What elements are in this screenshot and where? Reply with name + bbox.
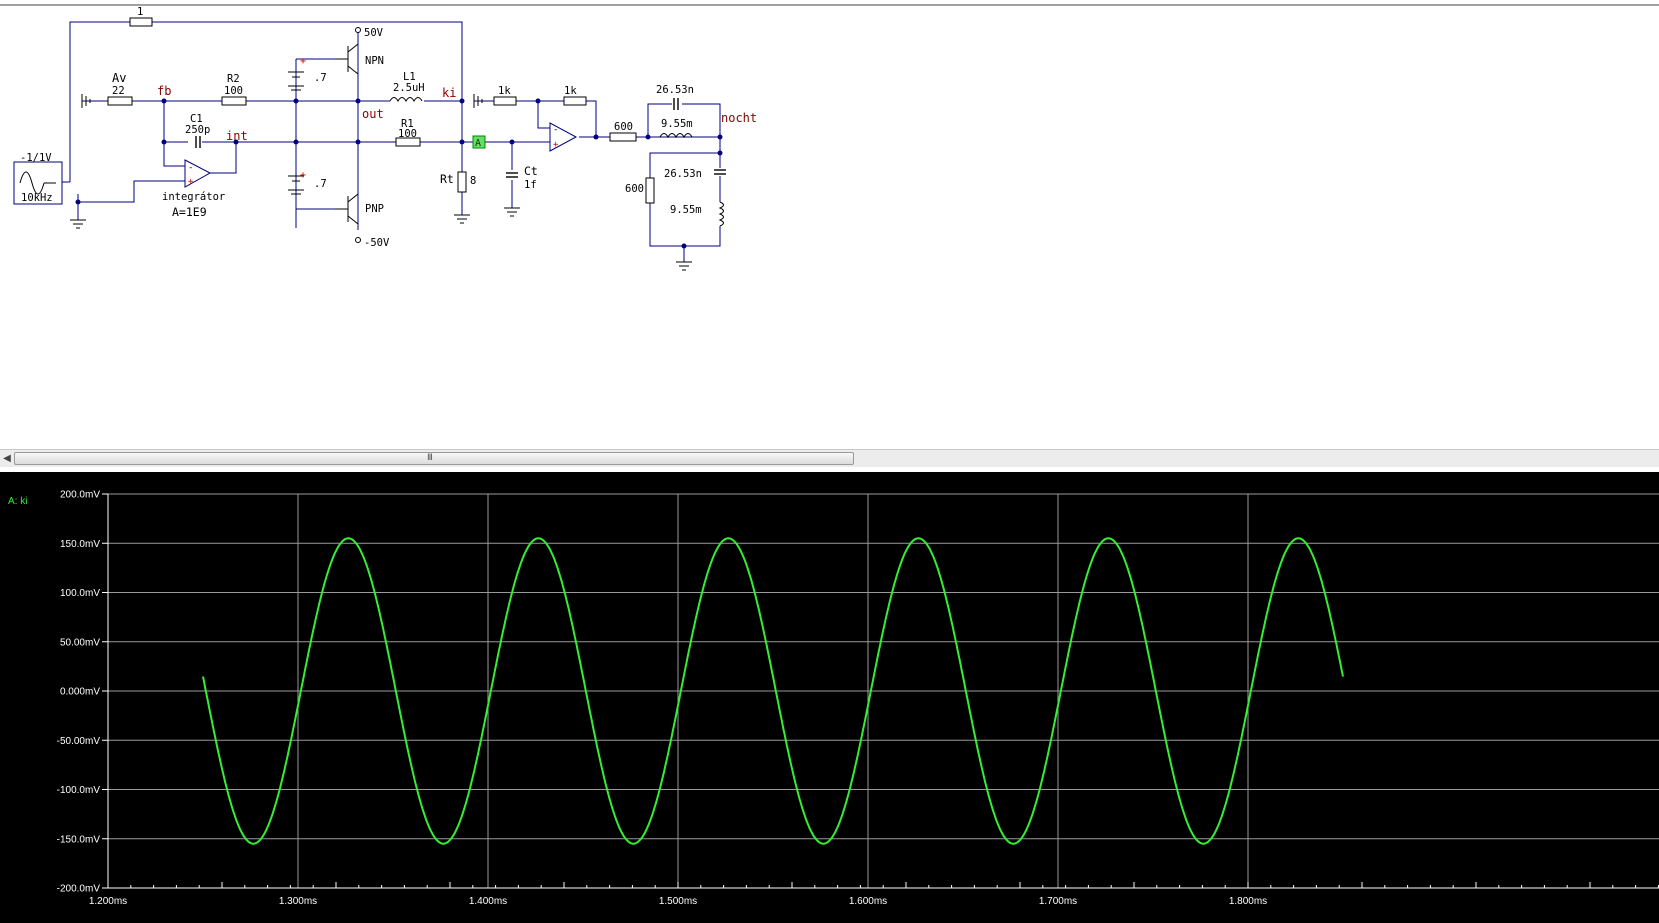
r2-name-label: R2 [227,73,240,85]
vplus-label: 50V [364,27,384,39]
net-label-nocht: nocht [721,111,757,125]
pnp-label: PNP [365,203,384,215]
x-tick-label: 1.400ms [469,896,507,907]
y-tick-label: 100.0mV [60,588,100,599]
feedback-resistor-label: 1 [137,6,143,18]
scrollbar-thumb[interactable]: III [14,452,854,465]
x-tick-label: 1.200ms [89,896,127,907]
top-cap-label: 26.53n [656,84,694,96]
oscilloscope-panel[interactable]: A: ki 1.200ms 1.300ms 1.400ms 1.500ms 1.600m… [0,472,1659,923]
y-tick-label: -100.0mV [57,785,101,796]
net-label-int: int [226,129,248,143]
rt-value-label: 8 [470,175,476,187]
source-frequency-label: 10kHz [21,192,53,204]
y-tick-label: -50.00mV [57,736,101,747]
svg-text:+: + [188,177,194,187]
y-tick-label: 50.00mV [60,637,100,648]
source-amplitude-label: -1/1V [20,152,52,164]
bias-bottom-label: .7 [314,178,327,190]
r1-value-label: 100 [398,128,417,140]
top-ind-label: 9.55m [661,118,693,130]
probe-label: A [475,138,481,149]
svg-text:+: + [553,140,559,150]
y-tick-label: -150.0mV [57,834,101,845]
svg-text:-: - [188,163,193,173]
av-name-label: Av [112,71,126,85]
av-value-label: 22 [112,85,125,97]
integrator-gain-label: A=1E9 [172,205,207,219]
y-tick-label: 200.0mV [60,490,100,501]
x-tick-label: 1.800ms [1229,896,1267,907]
schematic-pane[interactable]: - + - + -1/1V 10kHz A 1 Av 22 R2 100 C1 … [0,0,1659,449]
shunt-ind-label: 9.55m [670,204,702,216]
buffer-feedback-r-label: 1k [564,85,577,97]
rt-name-label: Rt [440,172,454,186]
net-label-ki: ki [442,86,456,100]
c1-value-label: 250p [185,124,210,136]
l1-value-label: 2.5uH [393,82,425,94]
buffer-input-r-label: 1k [498,85,511,97]
shunt-cap-label: 26.53n [664,168,702,180]
output-r-label: 600 [614,121,633,133]
oscilloscope-plot[interactable]: 1.200ms 1.300ms 1.400ms 1.500ms 1.600ms 1.700… [0,472,1659,923]
svg-text:-: - [553,125,558,135]
integrator-name-label: integrátor [162,191,225,203]
x-tick-label: 1.600ms [849,896,887,907]
ct-value-label: 1f [524,179,537,191]
net-label-out: out [362,107,384,121]
net-label-fb: fb [157,84,171,98]
sine-source[interactable]: -1/1V 10kHz [13,152,70,205]
scrollbar-grip: III [427,453,433,463]
x-tick-label: 1.300ms [279,896,317,907]
r2-value-label: 100 [224,85,243,97]
horizontal-scrollbar[interactable]: ◀ III [0,449,1659,468]
schematic-canvas[interactable]: - + - + -1/1V 10kHz A 1 Av 22 R2 100 C1 … [0,0,1659,449]
transistors [335,27,361,243]
scroll-left-arrow-icon[interactable]: ◀ [2,452,12,465]
load-r-label: 600 [625,183,644,195]
x-tick-label: 1.700ms [1039,896,1077,907]
bias-top-label: .7 [314,72,327,84]
vminus-label: -50V [364,237,390,249]
ct-name-label: Ct [524,164,538,178]
schematic-wires [69,21,721,262]
x-tick-label: 1.500ms [659,896,697,907]
y-tick-label: 150.0mV [60,539,100,550]
y-tick-label: -200.0mV [57,884,101,895]
battery-bottom-plus: + [300,170,306,181]
battery-top-plus: + [300,56,306,67]
y-tick-label: 0.000mV [60,687,100,698]
npn-label: NPN [365,55,384,67]
